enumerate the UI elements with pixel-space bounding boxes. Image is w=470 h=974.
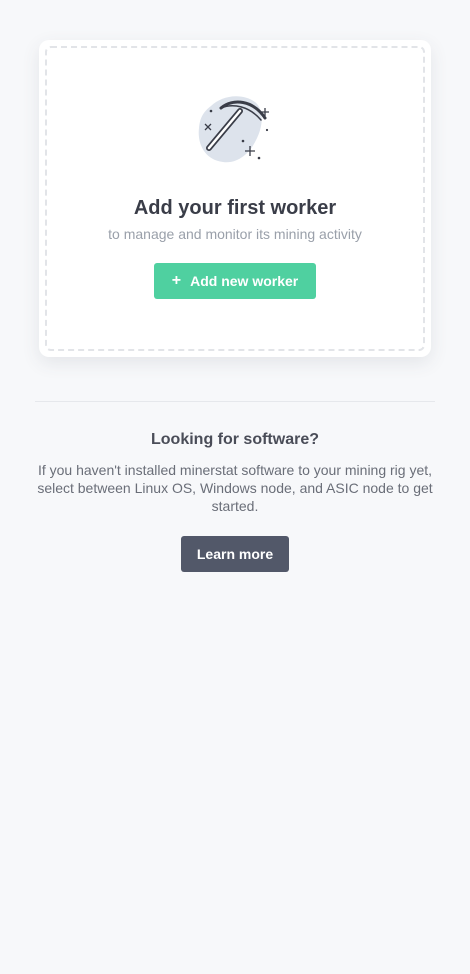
section-divider [35,401,435,402]
add-new-worker-label: Add new worker [190,273,299,289]
software-description: If you haven't installed minerstat softw… [37,462,433,514]
add-new-worker-button[interactable]: + Add new worker [154,263,316,299]
empty-state-title: Add your first worker [133,197,337,219]
empty-state-subtitle: to manage and monitor its mining activit… [108,226,362,242]
pickaxe-icon [193,94,275,166]
learn-more-button[interactable]: Learn more [181,536,289,572]
software-title: Looking for software? [151,431,319,448]
plus-icon: + [171,272,182,289]
